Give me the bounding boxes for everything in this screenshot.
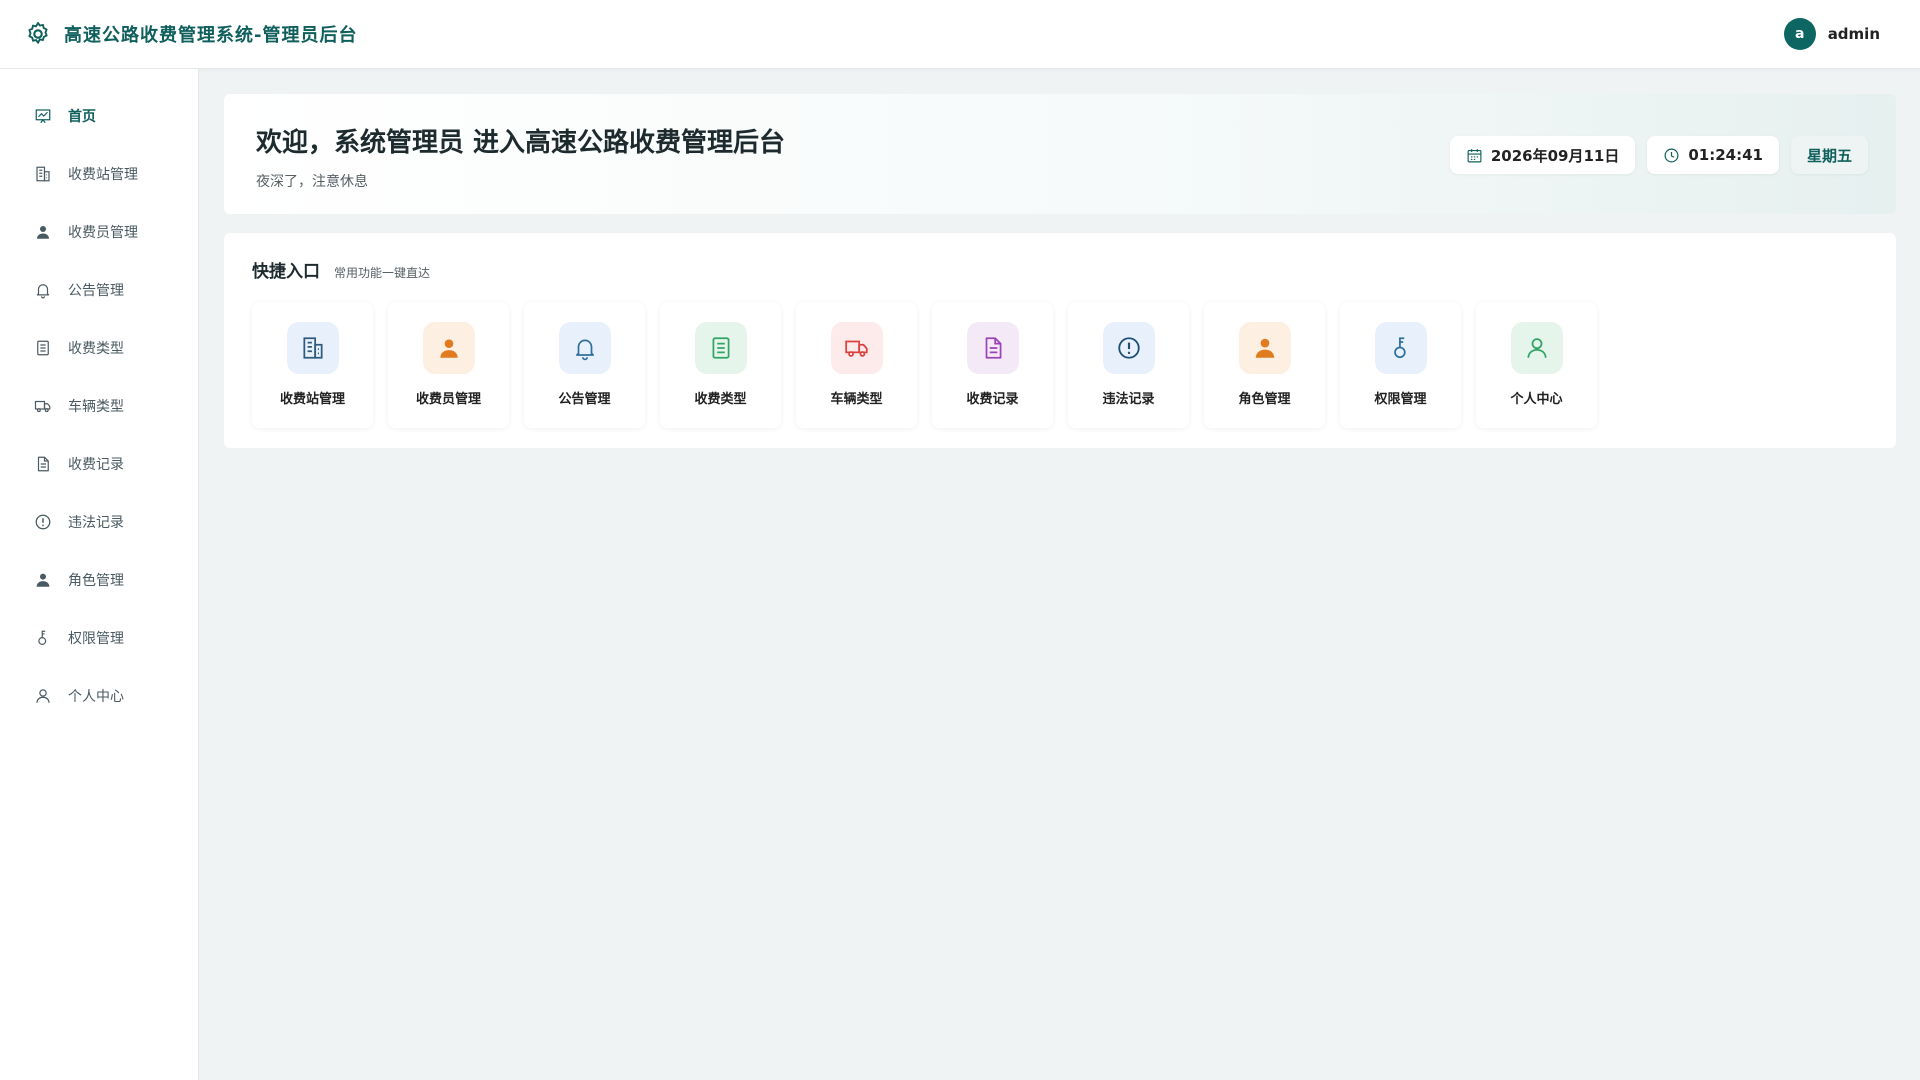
clock-icon	[1663, 147, 1680, 164]
time-text: 01:24:41	[1688, 146, 1763, 164]
sidebar-item-2[interactable]: 收费员管理	[0, 203, 198, 261]
tile-icon-box	[1510, 322, 1563, 374]
sidebar-item-7[interactable]: 违法记录	[0, 493, 198, 551]
tile-icon-box	[422, 322, 475, 374]
sidebar-item-label: 违法记录	[68, 515, 124, 531]
app-title: 高速公路收费管理系统-管理员后台	[64, 25, 358, 46]
sidebar-item-label: 首页	[68, 109, 96, 125]
quick-tile-4[interactable]: 车辆类型	[796, 302, 917, 428]
bell-icon	[572, 335, 598, 361]
sidebar-item-5[interactable]: 车辆类型	[0, 377, 198, 435]
sidebar-item-label: 收费记录	[68, 457, 124, 473]
tile-icon-box	[830, 322, 883, 374]
quick-tile-6[interactable]: 违法记录	[1068, 302, 1189, 428]
document-icon	[980, 335, 1006, 361]
calendar-icon	[1466, 147, 1483, 164]
list-doc-icon	[34, 339, 52, 357]
warning-circle-icon	[1116, 335, 1142, 361]
sidebar-item-4[interactable]: 收费类型	[0, 319, 198, 377]
quick-tile-2[interactable]: 公告管理	[524, 302, 645, 428]
building-icon	[300, 335, 326, 361]
sidebar-item-10[interactable]: 个人中心	[0, 667, 198, 725]
tile-label: 车辆类型	[830, 392, 883, 407]
quick-access-title: 快捷入口	[252, 262, 320, 282]
sidebar-item-label: 个人中心	[68, 689, 124, 705]
document-icon	[34, 455, 52, 473]
sidebar-item-label: 权限管理	[68, 631, 124, 647]
tile-icon-box	[966, 322, 1019, 374]
key-icon	[1388, 335, 1414, 361]
tile-label: 个人中心	[1510, 392, 1563, 407]
tile-icon-box	[1102, 322, 1155, 374]
sidebar-item-1[interactable]: 收费站管理	[0, 145, 198, 203]
quick-tile-7[interactable]: 角色管理	[1204, 302, 1325, 428]
avatar[interactable]: a	[1783, 18, 1816, 50]
sidebar-item-label: 公告管理	[68, 283, 124, 299]
time-chip: 01:24:41	[1647, 136, 1779, 174]
user-icon	[436, 335, 462, 361]
bell-icon	[34, 281, 52, 299]
tile-label: 收费站管理	[279, 392, 345, 407]
tile-label: 收费员管理	[415, 392, 481, 407]
quick-tile-0[interactable]: 收费站管理	[252, 302, 373, 428]
tile-label: 收费类型	[694, 392, 747, 407]
sidebar-item-label: 收费员管理	[68, 225, 138, 241]
welcome-banner: 欢迎，系统管理员 进入高速公路收费管理后台 夜深了，注意休息 2026年09月1…	[224, 94, 1896, 214]
quick-tile-9[interactable]: 个人中心	[1476, 302, 1597, 428]
tile-icon-box	[286, 322, 339, 374]
sidebar-item-label: 角色管理	[68, 573, 124, 589]
gear-icon	[24, 20, 52, 48]
quick-tile-8[interactable]: 权限管理	[1340, 302, 1461, 428]
quick-access-header: 快捷入口 常用功能一键直达	[252, 257, 1868, 282]
sidebar-item-3[interactable]: 公告管理	[0, 261, 198, 319]
user-role-icon	[1252, 335, 1278, 361]
key-icon	[34, 629, 52, 647]
list-doc-icon	[708, 335, 734, 361]
tile-icon-box	[558, 322, 611, 374]
quick-tile-3[interactable]: 收费类型	[660, 302, 781, 428]
weekday-text: 星期五	[1806, 146, 1852, 165]
user-icon	[34, 223, 52, 241]
quick-access-tiles: 收费站管理 收费员管理 公告管理 收费类型 车辆类型 收费记录 违法记录 角色管理 权限管理 个人…	[252, 302, 1868, 428]
quick-tile-1[interactable]: 收费员管理	[388, 302, 509, 428]
sidebar-item-label: 收费站管理	[68, 167, 138, 183]
tile-label: 收费记录	[966, 392, 1019, 407]
tile-icon-box	[1374, 322, 1427, 374]
tile-label: 角色管理	[1238, 392, 1291, 407]
sidebar-item-9[interactable]: 权限管理	[0, 609, 198, 667]
home-chart-icon	[34, 107, 52, 125]
sidebar-item-6[interactable]: 收费记录	[0, 435, 198, 493]
sidebar-item-0[interactable]: 首页	[0, 87, 198, 145]
tile-icon-box	[694, 322, 747, 374]
quick-access-panel: 快捷入口 常用功能一键直达 收费站管理 收费员管理 公告管理 收费类型 车辆类型 收费记录…	[224, 233, 1896, 448]
sidebar: 首页收费站管理收费员管理公告管理收费类型车辆类型收费记录违法记录角色管理权限管理…	[0, 69, 199, 1080]
date-time-chips: 2026年09月11日 01:24:41 星期五	[1449, 136, 1868, 174]
warning-circle-icon	[34, 513, 52, 531]
truck-icon	[34, 397, 52, 415]
username[interactable]: admin	[1828, 25, 1880, 43]
sidebar-item-label: 收费类型	[68, 341, 124, 357]
tile-label: 违法记录	[1102, 392, 1155, 407]
user-role-icon	[34, 571, 52, 589]
tile-label: 权限管理	[1374, 392, 1427, 407]
sidebar-item-label: 车辆类型	[68, 399, 124, 415]
sidebar-item-8[interactable]: 角色管理	[0, 551, 198, 609]
user-menu[interactable]: a admin	[1783, 18, 1880, 50]
building-icon	[34, 165, 52, 183]
weekday-chip: 星期五	[1790, 136, 1868, 174]
quick-access-subtitle: 常用功能一键直达	[334, 266, 431, 280]
truck-icon	[844, 335, 870, 361]
tile-icon-box	[1238, 322, 1291, 374]
brand: 高速公路收费管理系统-管理员后台	[24, 20, 357, 48]
welcome-subtitle: 夜深了，注意休息	[256, 174, 368, 190]
top-header: 高速公路收费管理系统-管理员后台 a admin	[0, 0, 1920, 69]
tile-label: 公告管理	[558, 392, 611, 407]
person-outline-icon	[34, 687, 52, 705]
person-outline-icon	[1524, 335, 1550, 361]
quick-tile-5[interactable]: 收费记录	[932, 302, 1053, 428]
date-text: 2026年09月11日	[1490, 146, 1620, 165]
date-chip: 2026年09月11日	[1449, 136, 1636, 174]
